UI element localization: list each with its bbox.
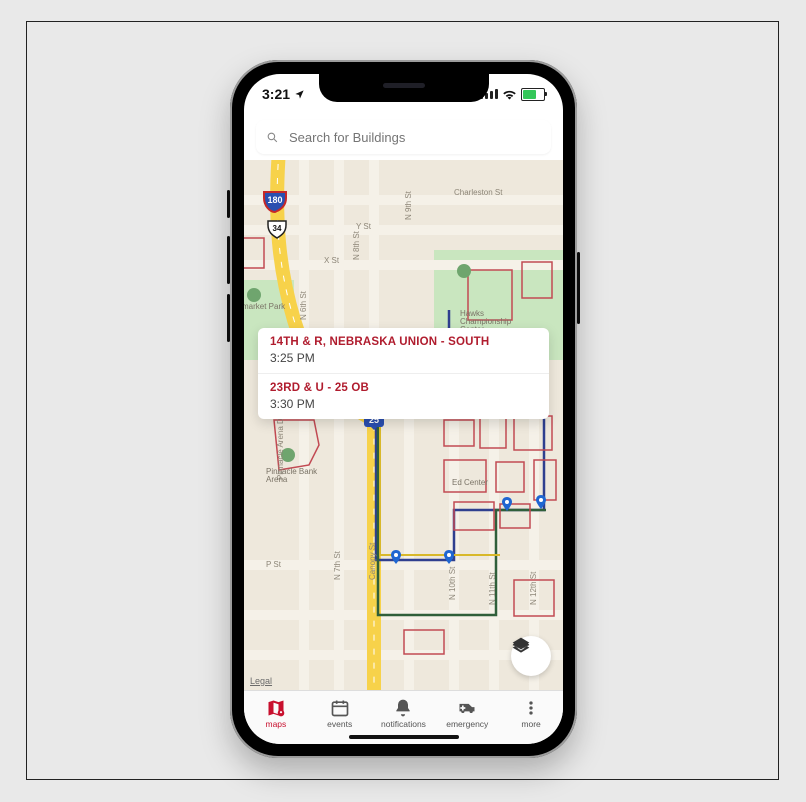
street-label: Charleston St <box>454 188 502 197</box>
stop-title: 23RD & U - 25 OB <box>270 382 537 394</box>
layers-button[interactable] <box>511 636 551 676</box>
building-label: Ed Center <box>452 478 488 487</box>
mute-switch <box>227 190 230 218</box>
search-bar[interactable] <box>256 120 551 154</box>
tab-notifications[interactable]: notifications <box>372 691 436 736</box>
home-indicator[interactable] <box>349 735 459 739</box>
phone-frame: 3:21 <box>230 60 577 758</box>
map-canvas[interactable]: 180 34 25 Charleston St Y St X St P St <box>244 160 563 690</box>
tab-label: more <box>521 719 540 729</box>
street-label: N 11th St <box>488 572 497 605</box>
volume-up-button <box>227 236 230 284</box>
stop-callout[interactable]: 14TH & R, NEBRASKA UNION - SOUTH 3:25 PM… <box>258 328 549 419</box>
building-label: market Park <box>244 302 285 311</box>
search-input[interactable] <box>287 129 541 146</box>
battery-icon <box>521 88 545 101</box>
street-label: X St <box>324 256 339 265</box>
stop-row[interactable]: 23RD & U - 25 OB 3:30 PM <box>258 373 549 419</box>
calendar-icon <box>329 698 351 718</box>
map-pin[interactable] <box>444 550 454 560</box>
layers-icon <box>511 636 531 656</box>
map-pin[interactable] <box>536 495 546 505</box>
tab-label: emergency <box>446 719 488 729</box>
street-label: P St <box>266 560 281 569</box>
notch <box>319 74 489 102</box>
stop-row[interactable]: 14TH & R, NEBRASKA UNION - SOUTH 3:25 PM <box>258 328 549 373</box>
street-label: N 8th St <box>352 231 361 260</box>
svg-text:180: 180 <box>267 195 282 205</box>
power-button <box>577 252 580 324</box>
bell-icon <box>392 698 414 718</box>
stop-time: 3:25 PM <box>270 351 537 365</box>
tab-more[interactable]: more <box>499 691 563 736</box>
map-pin[interactable] <box>391 550 401 560</box>
tab-label: maps <box>266 719 287 729</box>
street-label: N 6th St <box>299 291 308 320</box>
street-label: N 9th St <box>404 191 413 220</box>
map-pin[interactable] <box>502 497 512 507</box>
stop-title: 14TH & R, NEBRASKA UNION - SOUTH <box>270 336 537 348</box>
search-icon <box>266 131 279 144</box>
location-services-icon <box>294 89 305 100</box>
screen: 3:21 <box>244 74 563 744</box>
map-icon <box>265 698 287 718</box>
building-label: Pinnacle Bank Arena <box>266 468 317 484</box>
street-label: N 10th St <box>448 567 457 600</box>
map-svg <box>244 160 563 690</box>
tab-maps[interactable]: maps <box>244 691 308 736</box>
svg-text:34: 34 <box>273 224 282 233</box>
tab-label: notifications <box>381 719 426 729</box>
status-time: 3:21 <box>262 86 290 102</box>
street-label: N 7th St <box>333 551 342 580</box>
park-badge <box>247 288 261 302</box>
ambulance-icon <box>456 698 478 718</box>
park-badge <box>457 264 471 278</box>
street-label: Y St <box>356 222 371 231</box>
tab-emergency[interactable]: emergency <box>435 691 499 736</box>
street-label: Canopy St <box>368 543 377 580</box>
legal-link[interactable]: Legal <box>250 676 272 686</box>
tab-label: events <box>327 719 352 729</box>
stop-time: 3:30 PM <box>270 397 537 411</box>
volume-down-button <box>227 294 230 342</box>
tab-events[interactable]: events <box>308 691 372 736</box>
street-label: N 12th St <box>529 572 538 605</box>
more-icon <box>520 698 542 718</box>
wifi-icon <box>502 89 517 100</box>
